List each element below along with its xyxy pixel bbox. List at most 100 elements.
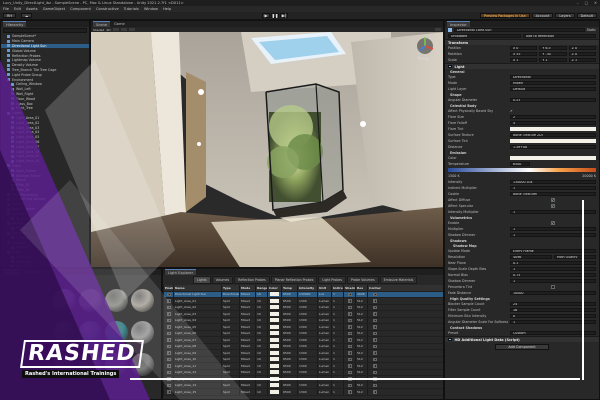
light-table-column-header[interactable]: Shadows	[343, 285, 355, 291]
light-cell-unit[interactable]: Lumen	[317, 311, 331, 317]
light-toggle-checkbox[interactable]: ✔	[347, 318, 352, 322]
light-toggle-checkbox[interactable]: ✔	[347, 357, 352, 361]
surface-texture-field[interactable]: None (Texture 2D)	[510, 133, 596, 137]
light-cell-res[interactable]: 512	[355, 382, 367, 388]
light-table-column-header[interactable]: Mode	[239, 285, 255, 291]
light-cell-indirect[interactable]: 1	[331, 304, 343, 310]
light-enabled-checkbox[interactable]	[448, 64, 452, 69]
light-color-swatch[interactable]	[270, 344, 279, 349]
light-cell-indirect[interactable]: 1	[331, 330, 343, 336]
light-cell-type[interactable]: Spot	[221, 311, 239, 317]
light-cell-mode[interactable]: Mixed	[239, 363, 255, 369]
light-cell-type[interactable]: Spot	[221, 369, 239, 375]
light-cell-range[interactable]: 10	[255, 363, 267, 369]
light-color-swatch[interactable]	[270, 292, 279, 297]
shading-dropdown[interactable]: Shaded	[93, 28, 104, 32]
angular-field[interactable]: 0.53	[510, 98, 596, 102]
light-color-swatch[interactable]	[270, 298, 279, 303]
light-cell-type[interactable]: Spot	[221, 343, 239, 349]
menu-help[interactable]: Help	[163, 7, 171, 11]
light-cell-indirect[interactable]: 1	[331, 363, 343, 369]
glass-box[interactable]	[265, 83, 347, 218]
light-color-swatch[interactable]	[270, 389, 279, 394]
gizmos-icon[interactable]	[435, 27, 441, 32]
light-color-swatch[interactable]	[270, 370, 279, 375]
light-color-swatch[interactable]	[270, 337, 279, 342]
light-explorer-subtab[interactable]: Reflection Probes	[234, 276, 270, 284]
light-cell-res[interactable]: 512	[355, 350, 367, 356]
light-color-swatch[interactable]	[270, 357, 279, 362]
light-color-swatch[interactable]	[270, 383, 279, 388]
light-toggle-checkbox[interactable]: ✔	[372, 383, 377, 387]
pos-z-field[interactable]: Z 0	[568, 46, 596, 50]
tab-inspector[interactable]: Inspector	[447, 21, 470, 27]
light-cell-range[interactable]: 10	[255, 343, 267, 349]
static-toggle[interactable]: Static	[587, 28, 596, 32]
light-cell-type[interactable]: Spot	[221, 298, 239, 304]
material-thumbnail[interactable]	[79, 289, 102, 312]
light-cell-temp[interactable]: 6500	[281, 298, 297, 304]
light-cell-unit[interactable]: Lumen	[317, 304, 331, 310]
light-cell-intensity[interactable]: 1300	[297, 324, 317, 330]
light-toggle-checkbox[interactable]: ✔	[372, 318, 377, 322]
pause-button[interactable]: ❚❚	[271, 13, 279, 18]
light-table-column-header[interactable]: Name	[173, 285, 221, 291]
account-dropdown[interactable]: Account	[531, 13, 554, 18]
pos-y-field[interactable]: Y 6.5	[539, 46, 567, 50]
light-table-column-header[interactable]: Color	[267, 285, 281, 291]
light-cell-indirect[interactable]: 1	[331, 350, 343, 356]
light-toggle-checkbox[interactable]: ✔	[372, 351, 377, 355]
layer-dropdown[interactable]: Add to Reflection	[523, 34, 596, 38]
light-cell-range[interactable]: 10	[255, 304, 267, 310]
light-cell-name[interactable]: Light_Area_14	[173, 382, 221, 388]
light-toggle-checkbox[interactable]: ✔	[372, 364, 377, 368]
light-cell-range[interactable]: 10	[255, 317, 267, 323]
light-toggle-checkbox[interactable]: ✔	[372, 292, 377, 296]
light-cell-mode[interactable]: Mixed	[239, 382, 255, 388]
light-cell-indirect[interactable]: 1	[331, 343, 343, 349]
menu-tutorials[interactable]: Tutorials	[124, 7, 139, 11]
light-cell-intensity[interactable]: 130000	[297, 291, 317, 297]
light-cell-temp[interactable]: 6500	[281, 317, 297, 323]
light-cell-unit[interactable]: Lumen	[317, 369, 331, 375]
light-toggle-checkbox[interactable]: ✔	[372, 390, 377, 394]
light-toggle-checkbox[interactable]: ✔	[372, 331, 377, 335]
light-enabled-checkbox[interactable]: ✔	[166, 390, 171, 394]
light-cell-temp[interactable]: 6500	[281, 311, 297, 317]
hierarchy-search-input[interactable]	[3, 28, 87, 33]
light-cell-type[interactable]: Spot	[221, 317, 239, 323]
light-enabled-checkbox[interactable]: ✔	[166, 364, 171, 368]
light-cell-res[interactable]: 512	[355, 330, 367, 336]
light-cell-temp[interactable]: 6500	[281, 324, 297, 330]
tag-dropdown[interactable]: Untagged	[448, 34, 521, 38]
light-cell-name[interactable]: Light_Area_08	[173, 343, 221, 349]
light-cell-name[interactable]: Light_Area_10	[173, 356, 221, 362]
light-table-column-header[interactable]: Indirect	[331, 285, 343, 291]
light-explorer-subtab[interactable]: Probe Volumes	[347, 276, 379, 284]
light-cell-res[interactable]: 512	[355, 317, 367, 323]
light-toggle-checkbox[interactable]: ✔	[372, 299, 377, 303]
light-cell-indirect[interactable]: 1	[331, 317, 343, 323]
light-cell-intensity[interactable]: 1300	[297, 356, 317, 362]
layers-dropdown[interactable]: Layers	[555, 13, 575, 18]
light-toggle-checkbox[interactable]: ✔	[347, 325, 352, 329]
light-cell-type[interactable]: Directional	[221, 291, 239, 297]
light-cell-intensity[interactable]: 1300	[297, 369, 317, 375]
light-color-swatch[interactable]	[270, 350, 279, 355]
scale-z-field[interactable]: Z 1	[568, 58, 596, 62]
menu-window[interactable]: Window	[144, 7, 158, 11]
light-cell-mode[interactable]: Mixed	[239, 324, 255, 330]
light-cell-type[interactable]: Spot	[221, 304, 239, 310]
light-cell-intensity[interactable]: 1300	[297, 350, 317, 356]
menu-component[interactable]: Component	[70, 7, 91, 11]
light-cell-range[interactable]: 10	[255, 356, 267, 362]
light-color-swatch[interactable]	[270, 331, 279, 336]
maximize-icon[interactable]: □	[585, 1, 588, 5]
tab-light-explorer[interactable]: Light Explorer	[165, 269, 197, 275]
light-cell-temp[interactable]: 6500	[281, 337, 297, 343]
light-cell-mode[interactable]: Mixed	[239, 298, 255, 304]
light-explorer-subtab[interactable]: Lights	[193, 276, 211, 284]
light-cell-range[interactable]: 10	[255, 324, 267, 330]
light-toggle-checkbox[interactable]: ✔	[372, 357, 377, 361]
light-cell-type[interactable]: Spot	[221, 337, 239, 343]
